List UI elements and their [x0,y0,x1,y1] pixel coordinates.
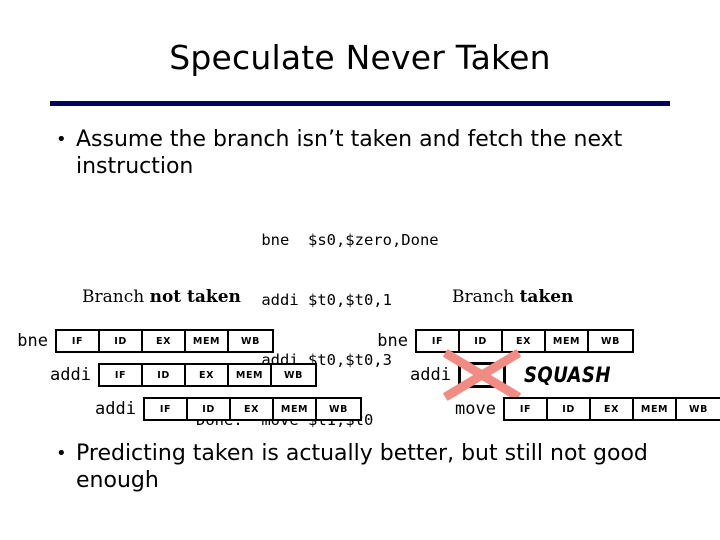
page-title: Speculate Never Taken [169,38,551,77]
pipeline-stages: IF ID EX MEM WB [143,397,362,421]
pipeline-stage-mem: MEM [274,399,317,419]
pipeline-stages: IF ID EX MEM WB [55,329,274,353]
pipeline-row-not-taken-0: bne IF ID EX MEM WB [0,327,274,355]
pipeline-stages: IF ID EX MEM WB [503,397,720,421]
pipeline-stage-mem: MEM [634,399,677,419]
bullet-item-predicting: • Predicting taken is actually better, b… [56,440,676,494]
pipeline-stage-ex: EX [143,331,186,351]
pipeline-stage-mem: MEM [546,331,589,351]
caption-emphasis: taken [519,287,574,307]
pipeline-stage-ex: EX [591,399,634,419]
squashed-stage-group: IF SQUASH [442,348,625,402]
pipeline-row-label: bne [17,331,48,351]
pipeline-row-label: bne [377,331,408,351]
pipeline-stage-id: ID [100,331,143,351]
pipeline-stage-mem: MEM [186,331,229,351]
bullet-text-assume: Assume the branch isn’t taken and fetch … [76,127,623,179]
caption-emphasis: not taken [149,287,241,307]
pipeline-row-not-taken-1: addi IF ID EX MEM WB [0,361,317,389]
pipeline-row-not-taken-2: addi IF ID EX MEM WB [0,395,362,423]
pipeline-row-taken-0: bne IF ID EX MEM WB [360,327,634,355]
pipeline-stage-if: IF [145,399,188,419]
pipeline-stage-if: IF [458,362,506,388]
caption-prefix: Branch [452,287,520,307]
pipeline-stage-if: IF [100,365,143,385]
code-line: bne $s0,$zero,Done [196,231,439,249]
pipeline-stages: IF ID EX MEM WB [98,363,317,387]
pipeline-stage-wb: WB [317,399,360,419]
pipeline-stage-id: ID [188,399,231,419]
bullet-text-predicting: Predicting taken is actually better, but… [76,441,648,493]
pipeline-stage-wb: WB [229,331,272,351]
pipeline-row-taken-2: move IF ID EX MEM WB [360,395,720,423]
pipeline-stage-wb: WB [589,331,632,351]
title-divider [50,101,670,106]
pipeline-stage-if: IF [57,331,100,351]
pipeline-stage-if: IF [417,331,460,351]
pipeline-stage-id: ID [143,365,186,385]
squash-label: SQUASH [524,363,611,387]
pipeline-stage-ex: EX [503,331,546,351]
pipeline-stage-id: ID [548,399,591,419]
pipeline-stage-wb: WB [272,365,315,385]
pipeline-stages: IF ID EX MEM WB [415,329,634,353]
pipeline-stage-mem: MEM [229,365,272,385]
bullet-glyph-icon: • [56,129,67,150]
pipeline-row-label: addi [95,399,136,419]
pipeline-row-taken-1-squashed: addi IF SQUASH [360,348,625,402]
pipeline-row-label: addi [410,365,451,385]
pipeline-row-label: move [455,399,496,419]
pipeline-row-label: addi [50,365,91,385]
caption-branch-taken: Branch taken [452,287,573,307]
bullet-item-assume: • Assume the branch isn’t taken and fetc… [56,126,656,180]
pipeline-stage-id: ID [460,331,503,351]
caption-branch-not-taken: Branch not taken [82,287,241,307]
pipeline-stage-if: IF [505,399,548,419]
caption-prefix: Branch [82,287,150,307]
pipeline-stage-ex: EX [186,365,229,385]
bullet-glyph-icon: • [56,443,67,464]
pipeline-stage-ex: EX [231,399,274,419]
pipeline-stage-wb: WB [677,399,720,419]
